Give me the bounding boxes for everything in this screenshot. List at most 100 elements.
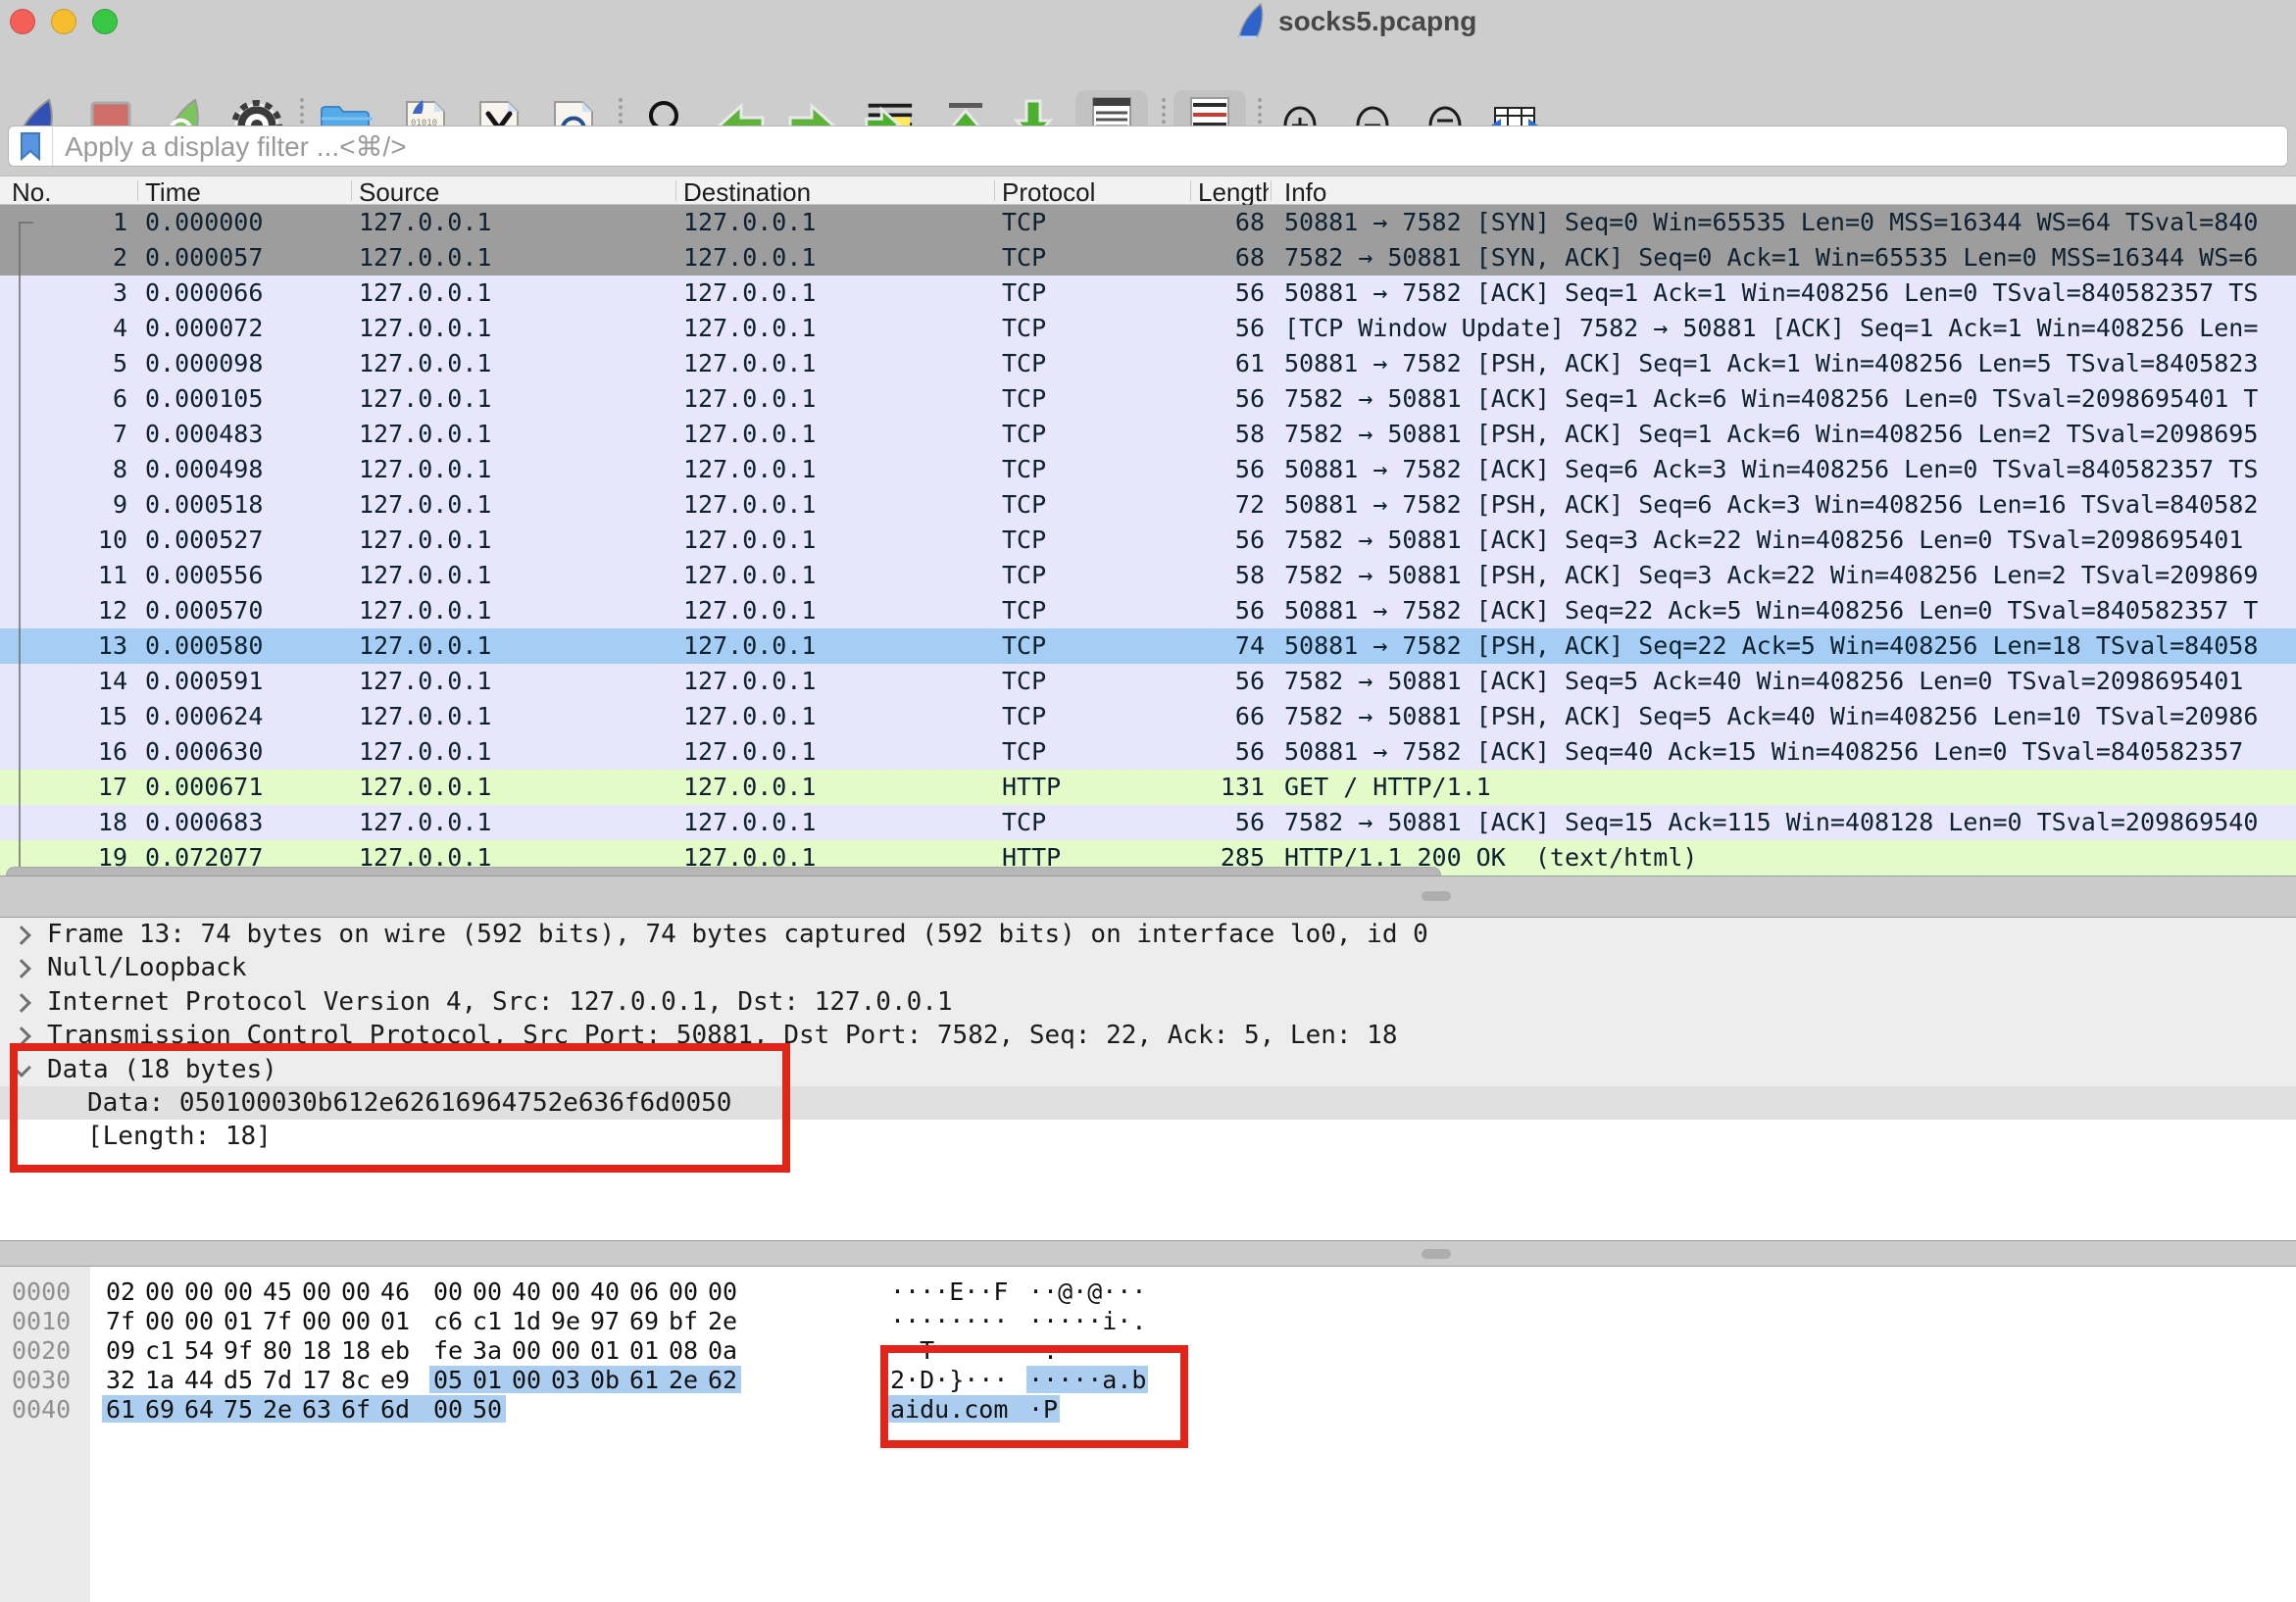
packet-row-13[interactable]: 130.000580127.0.0.1127.0.0.1TCP7450881 →… (0, 628, 2296, 664)
hex-byte: 6f (341, 1395, 373, 1424)
chevron-down-icon[interactable] (12, 1058, 31, 1077)
packet-row-3[interactable]: 30.000066127.0.0.1127.0.0.1TCP5650881 → … (0, 275, 2296, 311)
detail-row-selected[interactable]: Data: 050100030b612e62616964752e636f6d00… (0, 1086, 2296, 1120)
hex-byte: 00 (184, 1277, 216, 1306)
packet-row-11[interactable]: 110.000556127.0.0.1127.0.0.1TCP587582 → … (0, 558, 2296, 593)
splitter-grip[interactable] (1422, 891, 1451, 901)
detail-row[interactable]: Frame 13: 74 bytes on wire (592 bits), 7… (0, 918, 2296, 951)
column-header-no[interactable]: No. (12, 177, 129, 208)
detail-row[interactable]: Internet Protocol Version 4, Src: 127.0.… (0, 985, 2296, 1019)
column-header-destination[interactable]: Destination (683, 177, 992, 208)
cell-src: 127.0.0.1 (359, 737, 673, 766)
cell-len: 56 (1127, 596, 1265, 625)
horizontal-scrollbar-thumb[interactable] (6, 867, 1441, 876)
close-window-button[interactable] (10, 9, 35, 34)
hex-byte: fe (433, 1336, 465, 1365)
packet-row-17[interactable]: 170.000671127.0.0.1127.0.0.1HTTP131GET /… (0, 770, 2296, 805)
packet-row-9[interactable]: 90.000518127.0.0.1127.0.0.1TCP7250881 → … (0, 487, 2296, 523)
hex-row-0030[interactable]: 0030321a44d57d178ce9050100030b612e622·D·… (0, 1365, 2296, 1394)
ascii-text: ········ (890, 1307, 1008, 1335)
cell-info: 50881 → 7582 [ACK] Seq=1 Ack=1 Win=40825… (1284, 278, 2296, 307)
packet-row-18[interactable]: 180.000683127.0.0.1127.0.0.1TCP567582 → … (0, 805, 2296, 840)
list-details-splitter[interactable] (0, 876, 2296, 918)
cell-info: GET / HTTP/1.1 (1284, 773, 2296, 801)
hex-byte: c1 (473, 1307, 504, 1335)
hex-byte: 00 (302, 1307, 333, 1335)
hex-byte: 2e (669, 1366, 700, 1394)
hex-row-0040[interactable]: 0040616964752e636f6d0050aidu.com·P (0, 1394, 2296, 1424)
cell-dst: 127.0.0.1 (683, 420, 992, 448)
packet-row-15[interactable]: 150.000624127.0.0.1127.0.0.1TCP667582 → … (0, 699, 2296, 734)
cell-len: 56 (1127, 737, 1265, 766)
hex-byte: 17 (302, 1366, 333, 1394)
detail-text: Transmission Control Protocol, Src Port:… (47, 1021, 1398, 1050)
detail-row[interactable]: Null/Loopback (0, 951, 2296, 984)
cell-info: 50881 → 7582 [ACK] Seq=6 Ack=3 Win=40825… (1284, 455, 2296, 483)
packet-row-1[interactable]: 10.000000127.0.0.1127.0.0.1TCP6850881 → … (0, 205, 2296, 240)
hex-byte: 61 (629, 1366, 661, 1394)
title-bar: socks5.pcapng (0, 0, 2296, 43)
hex-byte: 8c (341, 1366, 373, 1394)
column-header-length[interactable]: Length (1198, 177, 1269, 208)
column-header-info[interactable]: Info (1284, 177, 1676, 208)
packet-row-16[interactable]: 160.000630127.0.0.1127.0.0.1TCP5650881 →… (0, 734, 2296, 770)
hex-byte: 05 (433, 1366, 465, 1394)
hex-byte: 9f (224, 1336, 255, 1365)
column-header-protocol[interactable]: Protocol (1002, 177, 1178, 208)
display-filter-input[interactable]: Apply a display filter ...<⌘/> (8, 125, 2288, 167)
packet-row-2[interactable]: 20.000057127.0.0.1127.0.0.1TCP687582 → 5… (0, 240, 2296, 275)
hex-row-0000[interactable]: 000002000000450000460000400040060000····… (0, 1277, 2296, 1306)
packet-row-7[interactable]: 70.000483127.0.0.1127.0.0.1TCP587582 → 5… (0, 417, 2296, 452)
hex-row-0010[interactable]: 00107f0000017f000001c6c11d9e9769bf2e····… (0, 1306, 2296, 1335)
packet-row-14[interactable]: 140.000591127.0.0.1127.0.0.1TCP567582 → … (0, 664, 2296, 699)
hex-byte: 1d (512, 1307, 543, 1335)
column-header-time[interactable]: Time (145, 177, 341, 208)
cell-dst: 127.0.0.1 (683, 702, 992, 730)
hex-offset: 0000 (12, 1277, 71, 1306)
hex-byte: 00 (708, 1277, 739, 1306)
chevron-right-icon[interactable] (12, 1026, 31, 1046)
detail-row[interactable]: [Length: 18] (0, 1120, 2296, 1153)
detail-text: Null/Loopback (47, 953, 247, 982)
chevron-right-icon[interactable] (12, 959, 31, 978)
packet-row-8[interactable]: 80.000498127.0.0.1127.0.0.1TCP5650881 → … (0, 452, 2296, 487)
cell-time: 0.000066 (145, 278, 341, 307)
hex-byte: 80 (263, 1336, 294, 1365)
cell-time: 0.000483 (145, 420, 341, 448)
hex-byte: 00 (184, 1307, 216, 1335)
cell-info: 7582 → 50881 [ACK] Seq=3 Ack=22 Win=4082… (1284, 526, 2296, 554)
chevron-right-icon[interactable] (12, 926, 31, 945)
cell-src: 127.0.0.1 (359, 208, 673, 236)
hex-byte: e9 (380, 1366, 412, 1394)
detail-row[interactable]: Data (18 bytes) (0, 1053, 2296, 1086)
packet-row-4[interactable]: 40.000072127.0.0.1127.0.0.1TCP56[TCP Win… (0, 311, 2296, 346)
cell-src: 127.0.0.1 (359, 490, 673, 519)
hex-byte: 00 (341, 1277, 373, 1306)
packet-row-12[interactable]: 120.000570127.0.0.1127.0.0.1TCP5650881 →… (0, 593, 2296, 628)
column-header-source[interactable]: Source (359, 177, 673, 208)
conversation-line (19, 223, 21, 876)
cell-info: 7582 → 50881 [ACK] Seq=1 Ack=6 Win=40825… (1284, 384, 2296, 413)
cell-dst: 127.0.0.1 (683, 455, 992, 483)
ascii-text: ·····i·. (1028, 1307, 1146, 1335)
hex-row-0020[interactable]: 002009c1549f801818ebfe3a00000101080a··T·… (0, 1335, 2296, 1365)
details-bytes-splitter[interactable] (0, 1240, 2296, 1267)
ascii-text: ·:······ (1028, 1336, 1146, 1365)
minimize-window-button[interactable] (51, 9, 76, 34)
cell-src: 127.0.0.1 (359, 349, 673, 377)
hex-byte: 50 (473, 1395, 504, 1424)
zoom-window-button[interactable] (92, 9, 118, 34)
hex-byte: bf (669, 1307, 700, 1335)
filter-bookmark-icon[interactable] (9, 126, 53, 166)
packet-row-5[interactable]: 50.000098127.0.0.1127.0.0.1TCP6150881 → … (0, 346, 2296, 381)
cell-dst: 127.0.0.1 (683, 808, 992, 836)
cell-len: 56 (1127, 667, 1265, 695)
detail-row[interactable]: Transmission Control Protocol, Src Port:… (0, 1019, 2296, 1052)
splitter-grip[interactable] (1422, 1249, 1451, 1259)
packet-row-6[interactable]: 60.000105127.0.0.1127.0.0.1TCP567582 → 5… (0, 381, 2296, 417)
chevron-right-icon[interactable] (12, 993, 31, 1013)
hex-byte: 2e (708, 1307, 739, 1335)
cell-time: 0.000556 (145, 561, 341, 589)
packet-row-10[interactable]: 100.000527127.0.0.1127.0.0.1TCP567582 → … (0, 523, 2296, 558)
hex-byte: 00 (145, 1277, 176, 1306)
